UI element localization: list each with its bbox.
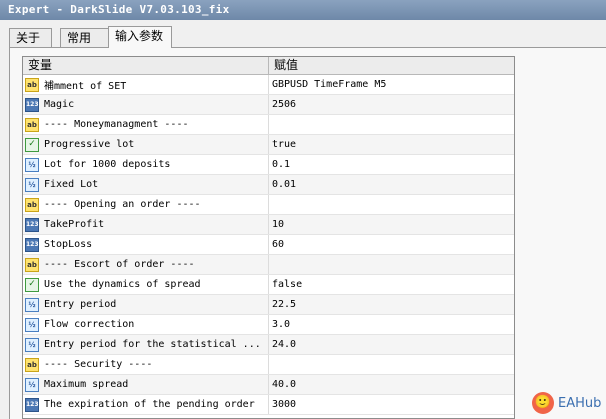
parameter-name: Fixed Lot — [44, 179, 99, 190]
tab-inputs[interactable]: 输入参数 — [108, 26, 172, 48]
parameter-name: TakeProfit — [44, 219, 105, 230]
parameter-name-cell: ½ Lot for 1000 deposits — [23, 155, 269, 174]
double-type-icon: ½ — [25, 297, 39, 312]
double-type-icon: ½ — [25, 157, 39, 172]
double-type-icon: ½ — [25, 377, 39, 392]
parameter-name: ---- Moneymanagment ---- — [44, 119, 189, 130]
parameter-row[interactable]: ab ---- Escort of order ---- — [23, 255, 514, 275]
parameter-name: Progressive lot — [44, 139, 135, 150]
tab-about[interactable]: 关于 — [9, 28, 52, 47]
double-type-icon: ½ — [25, 337, 39, 352]
parameter-value[interactable] — [269, 355, 514, 374]
parameter-name-cell: ✓ Use the dynamics of spread — [23, 275, 269, 294]
parameter-value[interactable]: 0.01 — [269, 175, 514, 194]
parameter-row[interactable]: ab ---- Security ---- — [23, 355, 514, 375]
parameter-name: The expiration of the pending order — [44, 399, 255, 410]
parameter-row[interactable]: ab ---- Moneymanagment ---- — [23, 115, 514, 135]
parameter-row[interactable]: ½ Flow correction 3.0 — [23, 315, 514, 335]
parameter-name-cell: 123 TakeProfit — [23, 215, 269, 234]
parameter-row[interactable]: 123 TakeProfit 10 — [23, 215, 514, 235]
parameter-row[interactable]: ab ---- Opening an order ---- — [23, 195, 514, 215]
integer-type-icon: 123 — [25, 217, 39, 232]
parameter-name: Lot for 1000 deposits — [44, 159, 171, 170]
parameter-value[interactable] — [269, 255, 514, 274]
parameter-name: Entry period for the statistical ... — [44, 339, 261, 350]
window-title: Expert - DarkSlide V7.03.103_fix — [0, 0, 606, 20]
parameter-row[interactable]: ✓ Use the dynamics of spread false — [23, 275, 514, 295]
parameter-name-cell: ab ---- Opening an order ---- — [23, 195, 269, 214]
parameter-name: Use the dynamics of spread — [44, 279, 201, 290]
parameter-name: Flow correction — [44, 319, 135, 330]
parameter-row[interactable]: ½ Entry period for the statistical ... 24.… — [23, 335, 514, 355]
parameter-name-cell: ½ Flow correction — [23, 315, 269, 334]
parameter-name-cell: ½ Maximum spread — [23, 375, 269, 394]
parameter-value[interactable]: 40.0 — [269, 375, 514, 394]
double-type-icon: ½ — [25, 317, 39, 332]
parameter-name: Entry period — [44, 299, 117, 310]
parameter-value[interactable]: GBPUSD TimeFrame M5 — [269, 75, 514, 94]
parameter-name-cell: ✓ Progressive lot — [23, 135, 269, 154]
parameter-value[interactable]: 0.1 — [269, 155, 514, 174]
parameter-value[interactable]: true — [269, 135, 514, 154]
parameter-value[interactable]: 3000 — [269, 395, 514, 414]
string-type-icon: ab — [25, 357, 39, 372]
tab-common[interactable]: 常用 — [60, 28, 109, 47]
parameter-row[interactable]: ½ Maximum spread 40.0 — [23, 375, 514, 395]
integer-type-icon: 123 — [25, 97, 39, 112]
double-type-icon: ½ — [25, 177, 39, 192]
string-type-icon: ab — [25, 77, 39, 92]
parameter-value[interactable] — [269, 195, 514, 214]
string-type-icon: ab — [25, 117, 39, 132]
parameter-name: Maximum spread — [44, 379, 129, 390]
string-type-icon: ab — [25, 257, 39, 272]
parameter-value[interactable]: 3.0 — [269, 315, 514, 334]
column-header-variable[interactable]: 变量 — [23, 57, 269, 74]
parameter-name: 補mment of SET — [44, 81, 127, 92]
boolean-type-icon: ✓ — [25, 137, 39, 152]
parameter-name-cell: 123 StopLoss — [23, 235, 269, 254]
parameter-name-cell: ½ Entry period — [23, 295, 269, 314]
parameter-name-cell: ab ---- Security ---- — [23, 355, 269, 374]
inputs-grid: 变量 赋值 ab 補mment of SET GBPUSD TimeFrame M5… — [22, 56, 515, 419]
parameter-value[interactable]: 60 — [269, 235, 514, 254]
parameter-value[interactable]: 2506 — [269, 95, 514, 114]
parameter-row[interactable]: ½ Lot for 1000 deposits 0.1 — [23, 155, 514, 175]
parameter-name-cell: ab ---- Moneymanagment ---- — [23, 115, 269, 134]
parameter-row[interactable]: 123 StopLoss 60 — [23, 235, 514, 255]
integer-type-icon: 123 — [25, 237, 39, 252]
parameter-name-cell: ½ Fixed Lot — [23, 175, 269, 194]
parameter-name: Magic — [44, 99, 75, 110]
eahub-label: EAHub — [558, 395, 602, 411]
parameter-name: ---- Security ---- — [44, 359, 153, 370]
parameter-value[interactable]: false — [269, 275, 514, 294]
parameter-row[interactable]: ✓ Progressive lot true — [23, 135, 514, 155]
parameter-value[interactable] — [269, 115, 514, 134]
parameter-name-cell: ab ---- Escort of order ---- — [23, 255, 269, 274]
parameter-name: StopLoss — [44, 239, 93, 250]
parameter-row[interactable]: 123 The expiration of the pending order 30… — [23, 395, 514, 415]
parameter-row[interactable]: 123 Magic 2506 — [23, 95, 514, 115]
parameter-name-cell: ab 補mment of SET — [23, 75, 269, 94]
grid-rows: ab 補mment of SET GBPUSD TimeFrame M5 123 Mag… — [23, 75, 514, 415]
parameter-row[interactable]: ½ Fixed Lot 0.01 — [23, 175, 514, 195]
parameter-value[interactable]: 24.0 — [269, 335, 514, 354]
column-header-value[interactable]: 赋值 — [269, 57, 514, 74]
parameter-value[interactable]: 10 — [269, 215, 514, 234]
grid-header: 变量 赋值 — [23, 57, 514, 75]
parameter-name: ---- Opening an order ---- — [44, 199, 201, 210]
string-type-icon: ab — [25, 197, 39, 212]
parameter-row[interactable]: ½ Entry period 22.5 — [23, 295, 514, 315]
boolean-type-icon: ✓ — [25, 277, 39, 292]
eahub-watermark: 🙂 EAHub — [532, 392, 601, 414]
parameter-row[interactable]: ab 補mment of SET GBPUSD TimeFrame M5 — [23, 75, 514, 95]
eahub-logo-icon: 🙂 — [532, 392, 554, 414]
parameter-name-cell: 123 The expiration of the pending order — [23, 395, 269, 414]
integer-type-icon: 123 — [25, 397, 39, 412]
parameter-name-cell: 123 Magic — [23, 95, 269, 114]
parameter-value[interactable]: 22.5 — [269, 295, 514, 314]
parameter-name-cell: ½ Entry period for the statistical ... — [23, 335, 269, 354]
parameter-name: ---- Escort of order ---- — [44, 259, 195, 270]
